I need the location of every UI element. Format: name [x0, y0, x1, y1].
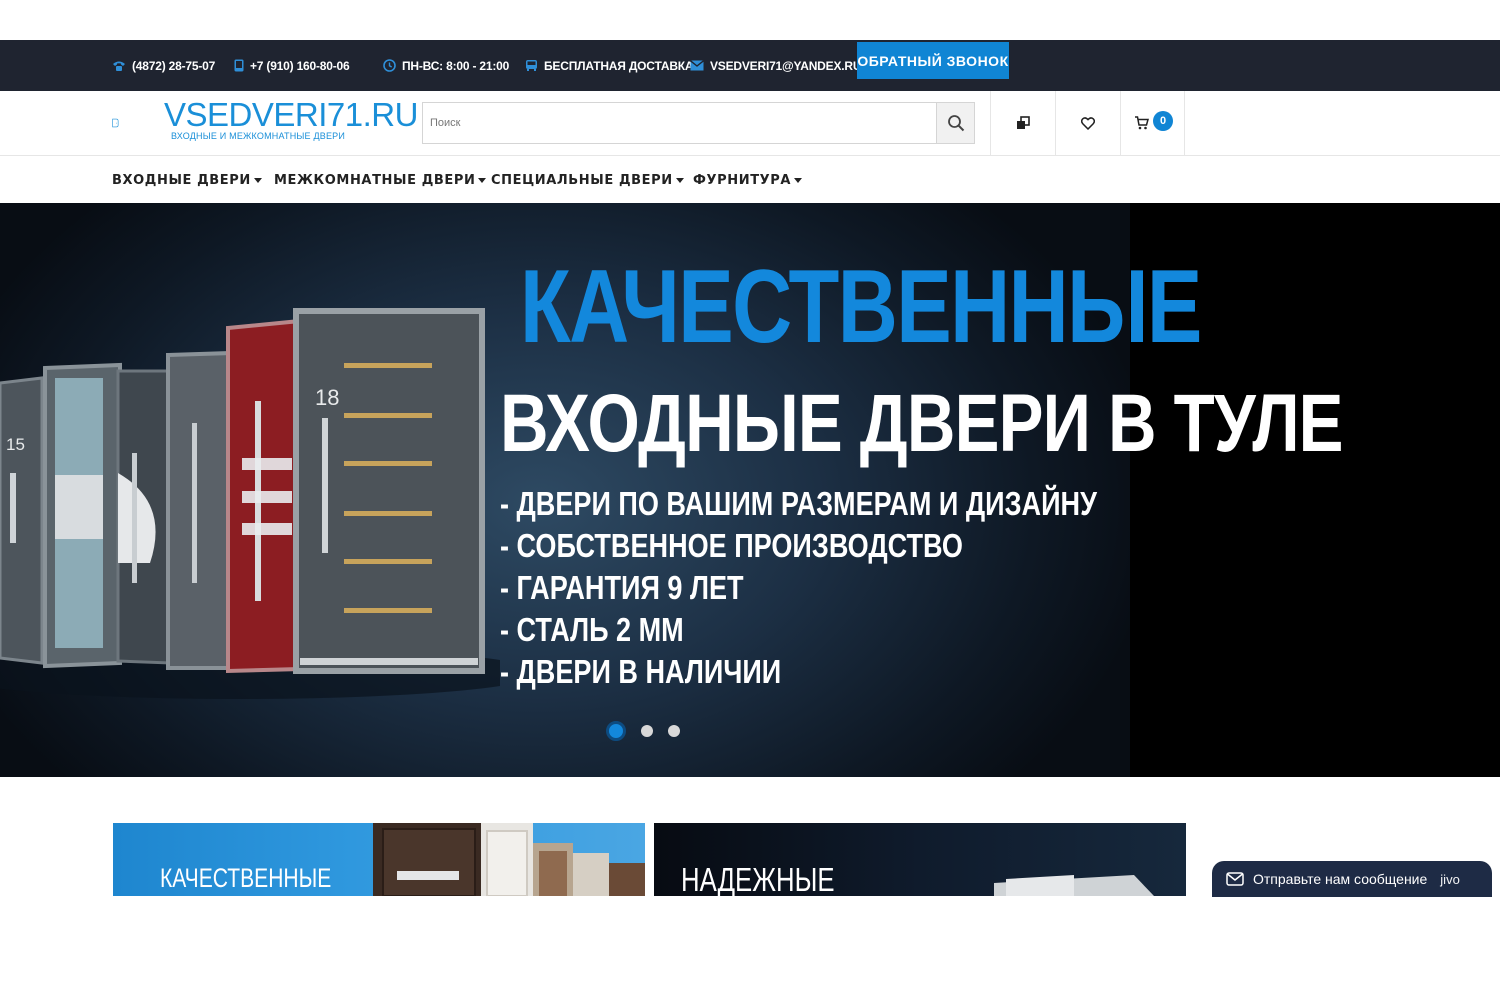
envelope-icon — [690, 60, 704, 71]
caret-down-icon — [675, 178, 684, 183]
callback-button[interactable]: ОБРАТНЫЙ ЗВОНОК — [857, 42, 1009, 79]
hero-bullet: - ГАРАНТИЯ 9 ЛЕТ — [500, 569, 744, 606]
nav-item-interior-doors[interactable]: МЕЖКОМНАТНЫЕ ДВЕРИ — [274, 157, 487, 203]
hero-bullet: - СОБСТВЕННОЕ ПРОИЗВОДСТВО — [500, 527, 963, 564]
caret-down-icon — [478, 178, 487, 183]
slider-pagination — [606, 721, 680, 741]
bus-icon — [526, 60, 537, 71]
phone-icon — [113, 61, 125, 71]
caret-down-icon — [253, 178, 262, 183]
message-icon — [1226, 872, 1244, 886]
hero-slider[interactable]: 18 15 КАЧЕСТВЕННЫЕ ВХОДНЫЕ ДВЕРИ В ТУЛЕ … — [0, 203, 1500, 777]
banner-reliable[interactable]: НАДЕЖНЫЕ — [654, 823, 1186, 896]
interior-doors-image — [373, 823, 645, 896]
hero-subheadline: ВХОДНЫЕ ДВЕРИ В ТУЛЕ — [500, 378, 1344, 469]
slider-dot-2[interactable] — [641, 725, 653, 737]
phone-mobile[interactable]: +7 (910) 160-80-06 — [234, 40, 350, 91]
email-link[interactable]: VSEDVERI71@YANDEX.RU — [690, 40, 862, 91]
compare-icon — [1017, 116, 1030, 129]
compare-button[interactable] — [990, 91, 1055, 155]
doors-illustration: 18 15 — [0, 308, 500, 699]
slider-dot-1[interactable] — [606, 721, 626, 741]
banner-quality[interactable]: КАЧЕСТВЕННЫЕ — [113, 823, 645, 896]
search-icon — [947, 115, 964, 132]
search-box — [422, 102, 975, 144]
chat-brand-logo: jivo — [1440, 871, 1460, 887]
cart-count-badge: 0 — [1153, 111, 1173, 131]
mobile-phone-icon — [234, 59, 244, 72]
nav-item-special-doors[interactable]: СПЕЦИАЛЬНЫЕ ДВЕРИ — [491, 157, 684, 203]
free-delivery: БЕСПЛАТНАЯ ДОСТАВКА — [525, 40, 694, 91]
page-below-fold — [0, 896, 1500, 999]
caret-down-icon — [794, 178, 803, 183]
cart-icon — [1135, 116, 1149, 130]
nav-item-label: ФУРНИТУРА — [693, 172, 792, 188]
hero-bullet: - ДВЕРИ ПО ВАШИМ РАЗМЕРАМ И ДИЗАЙНУ — [500, 485, 1097, 522]
wishlist-button[interactable] — [1055, 91, 1120, 155]
working-hours: ПН-ВС: 8:00 - 21:00 — [383, 40, 509, 91]
chat-widget[interactable]: Отправьте нам сообщение jivo — [1212, 861, 1492, 897]
slider-dot-3[interactable] — [668, 725, 680, 737]
hero-bullet-list: - ДВЕРИ ПО ВАШИМ РАЗМЕРАМ И ДИЗАЙНУ - СО… — [500, 483, 1228, 693]
logo-text[interactable]: VSEDVERI71.RU — [164, 96, 418, 134]
nav-item-label: СПЕЦИАЛЬНЫЕ ДВЕРИ — [491, 172, 673, 188]
search-input[interactable] — [423, 103, 937, 143]
door-number-15: 15 — [6, 435, 25, 454]
logo-door-icon[interactable] — [112, 95, 158, 151]
hero-bullet: - СТАЛЬ 2 ММ — [500, 611, 684, 648]
steel-door-image — [994, 875, 1154, 896]
nav-item-hardware[interactable]: ФУРНИТУРА — [693, 157, 803, 203]
nav-item-entrance-doors[interactable]: ВХОДНЫЕ ДВЕРИ — [112, 157, 262, 203]
free-delivery-text: БЕСПЛАТНАЯ ДОСТАВКА — [544, 58, 694, 73]
hero-headline: КАЧЕСТВЕННЫЕ — [520, 249, 1202, 365]
hero-bullet: - ДВЕРИ В НАЛИЧИИ — [500, 653, 782, 690]
logo-subtitle: ВХОДНЫЕ И МЕЖКОМНАТНЫЕ ДВЕРИ — [171, 131, 346, 141]
phone-landline-text: (4872) 28-75-07 — [132, 58, 216, 73]
phone-landline[interactable]: (4872) 28-75-07 — [112, 40, 215, 91]
cart-button[interactable]: 0 — [1120, 91, 1185, 155]
working-hours-text: ПН-ВС: 8:00 - 21:00 — [402, 58, 510, 73]
banner-title: НАДЕЖНЫЕ — [681, 861, 835, 896]
nav-item-label: МЕЖКОМНАТНЫЕ ДВЕРИ — [274, 172, 476, 188]
door-number-18: 18 — [315, 385, 339, 410]
phone-mobile-text: +7 (910) 160-80-06 — [250, 58, 350, 73]
search-button[interactable] — [936, 103, 974, 143]
banner-title: КАЧЕСТВЕННЫЕ — [160, 863, 332, 893]
heart-icon — [1081, 116, 1095, 130]
nav-item-label: ВХОДНЫЕ ДВЕРИ — [112, 172, 251, 188]
clock-icon — [383, 59, 396, 72]
email-text: VSEDVERI71@YANDEX.RU — [710, 58, 862, 73]
chat-label: Отправьте нам сообщение — [1253, 871, 1428, 887]
